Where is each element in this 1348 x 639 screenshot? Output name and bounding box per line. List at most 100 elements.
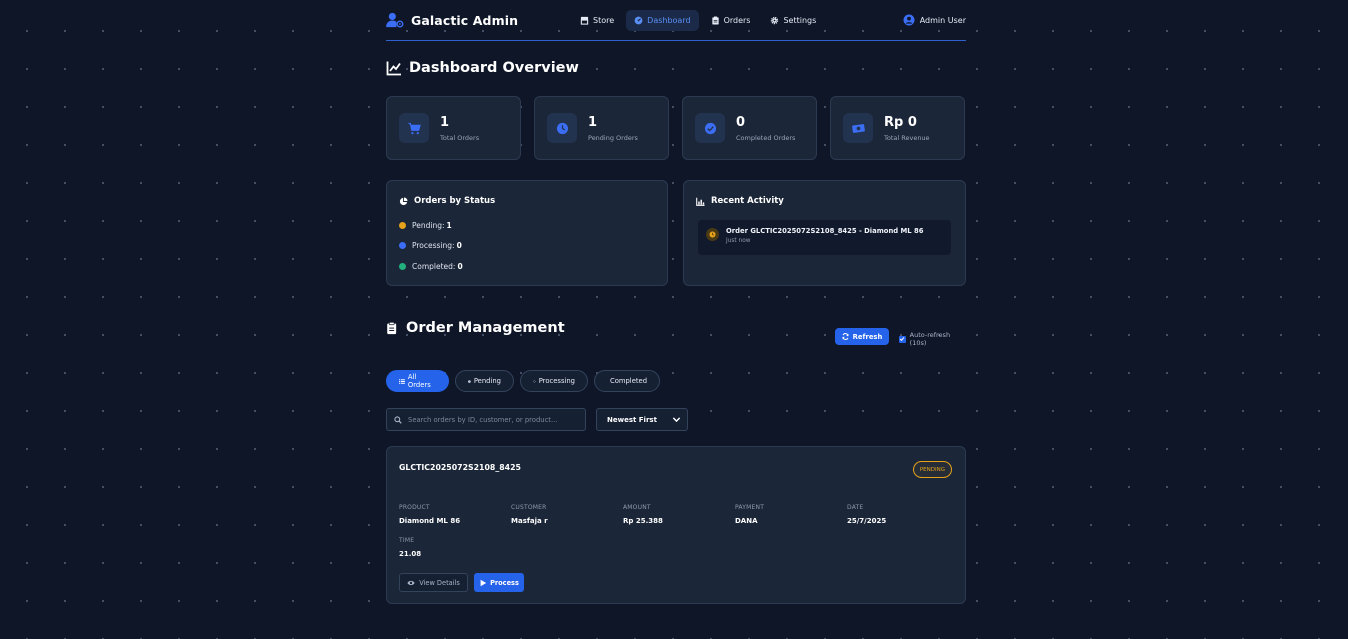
stat-label: Total Orders [440,133,480,142]
status-row-processing: Processing: 0 [399,241,462,250]
nav-orders[interactable]: Orders [703,10,759,31]
filter-completed[interactable]: Completed [594,370,660,392]
filter-label: Pending [473,377,501,385]
stat-total-revenue: Rp 0 Total Revenue [830,96,965,160]
order-card: GLCTIC2025072S2108_8425 PENDING PRODUCT … [386,446,966,604]
stat-value: 1 [588,114,598,130]
stats-row: 1 Total Orders 1 Pending Orders 0 Comple… [386,96,965,160]
status-badge: PENDING [912,461,952,478]
stat-value: 1 [440,114,450,130]
stat-value: 0 [736,114,746,130]
admin-user-cog-icon [386,12,404,28]
pending-dot [399,222,406,229]
stat-icon-box [399,113,429,143]
dashboard-overview-text: Dashboard Overview [409,60,579,76]
nav-orders-label: Orders [723,15,751,25]
field-value: Masfaja r [511,517,548,525]
chevron-down-icon [672,417,681,423]
nav-settings[interactable]: Settings [762,10,824,31]
brand[interactable]: Galactic Admin [386,12,518,28]
field-product: PRODUCT Diamond ML 86 [399,504,460,525]
field-value: Rp 25.388 [623,517,663,525]
cart-icon [407,122,421,134]
filter-pending[interactable]: Pending [455,370,514,392]
field-value: 25/7/2025 [847,517,887,525]
check-icon [900,337,905,342]
recent-activity-text: Recent Activity [711,196,784,206]
user-name: Admin User [919,15,966,25]
auto-refresh-label: Auto-refresh (10s) [909,331,951,347]
field-label: PRODUCT [399,504,430,511]
stat-label: Total Revenue [884,133,930,142]
pie-chart-icon [399,196,408,205]
activity-time: Just now [726,238,751,244]
auto-refresh-toggle[interactable]: Auto-refresh (10s) [899,331,966,347]
check-circle-icon [704,122,716,134]
search-box[interactable] [386,408,586,431]
clock-icon [468,379,471,383]
nav-links: Store Dashboard Orders Settings [572,9,824,31]
field-value: 21.08 [399,550,422,558]
activity-item[interactable]: Order GLCTIC2025072S2108_8425 - Diamond … [698,220,951,255]
field-value: Diamond ML 86 [399,517,461,525]
bar-chart-icon [696,197,705,206]
activity-title: Order GLCTIC2025072S2108_8425 - Diamond … [726,227,924,235]
nav-store-label: Store [593,15,615,25]
search-icon [394,415,402,424]
sort-select[interactable]: Newest First [596,408,688,431]
nav-dashboard-label: Dashboard [647,15,691,25]
refresh-button[interactable]: Refresh [835,328,889,345]
orders-by-status-panel: Orders by Status Pending: 1 Processing: 0 … [386,180,668,286]
sort-select-value: Newest First [607,415,657,424]
process-button[interactable]: Process [474,573,524,592]
field-customer: CUSTOMER Masfaja r [511,504,548,525]
field-label: AMOUNT [623,504,651,511]
completed-dot [399,263,406,270]
field-label: CUSTOMER [511,504,547,511]
status-value: 1 [446,221,452,230]
status-filter-tabs: All Orders Pending Processing Completed [386,370,660,392]
view-details-button[interactable]: View Details [399,573,468,592]
spinner-icon [533,379,536,383]
auto-refresh-checkbox[interactable] [899,335,906,343]
status-label: Pending: [412,221,445,230]
field-date: DATE 25/7/2025 [847,504,886,525]
field-label: DATE [847,504,864,511]
orders-by-status-text: Orders by Status [414,196,496,206]
user-menu[interactable]: Admin User [903,14,966,26]
field-value: DANA [735,517,758,525]
order-management-title: Order Management [386,320,565,336]
dashboard-overview-title: Dashboard Overview [386,60,579,76]
nav-store[interactable]: Store [572,10,622,31]
stat-label: Completed Orders [736,133,796,142]
stat-label: Pending Orders [588,133,638,142]
money-icon [851,123,865,133]
processing-dot [399,242,406,249]
status-row-pending: Pending: 1 [399,221,452,230]
filter-processing[interactable]: Processing [520,370,588,392]
clipboard-list-icon [387,321,397,335]
status-value: 0 [456,241,462,250]
nav-dashboard[interactable]: Dashboard [626,9,699,31]
stat-completed-orders: 0 Completed Orders [682,96,817,160]
clock-icon [556,122,568,134]
status-value: 0 [457,262,463,271]
recent-activity-title: Recent Activity [696,196,784,206]
stat-icon-box [843,113,873,143]
field-time: TIME 21.08 [399,537,421,558]
stat-pending-orders: 1 Pending Orders [534,96,669,160]
activity-clock-icon [706,228,719,241]
field-amount: AMOUNT Rp 25.388 [623,504,663,525]
filter-all-orders[interactable]: All Orders [386,370,449,392]
stat-value: Rp 0 [884,114,917,130]
filter-label: All Orders [407,373,431,389]
status-label: Completed: [412,262,456,271]
brand-name: Galactic Admin [411,12,519,28]
gear-icon [771,16,779,24]
orders-by-status-title: Orders by Status [399,196,495,206]
nav-settings-label: Settings [783,15,817,25]
search-input[interactable] [408,415,578,424]
process-label: Process [490,578,519,587]
stat-total-orders: 1 Total Orders [386,96,521,160]
order-id: GLCTIC2025072S2108_8425 [399,463,521,472]
